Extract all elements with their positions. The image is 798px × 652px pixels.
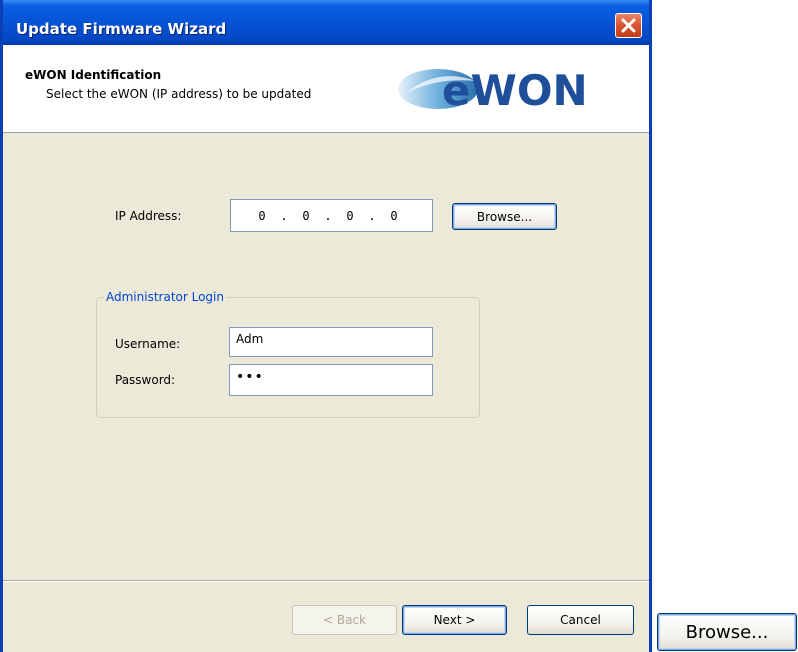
- username-label: Username:: [115, 337, 181, 351]
- ip-separator: .: [368, 208, 376, 223]
- title-bar[interactable]: Update Firmware Wizard: [3, 0, 649, 45]
- wizard-header: eWON Identification Select the eWON (IP …: [3, 45, 649, 133]
- password-label: Password:: [115, 373, 176, 387]
- administrator-login-title: Administrator Login: [104, 290, 226, 304]
- ip-separator: .: [324, 208, 332, 223]
- footer-divider: [3, 580, 649, 582]
- wizard-window: Update Firmware Wizard eWON Identificati…: [0, 0, 652, 652]
- ip-address-label: IP Address:: [115, 209, 182, 223]
- window-title: Update Firmware Wizard: [16, 20, 227, 38]
- back-button[interactable]: < Back: [292, 605, 397, 635]
- ip-octet-3: 0: [346, 208, 354, 223]
- ip-separator: .: [280, 208, 288, 223]
- ewon-logo: eWON: [398, 66, 588, 113]
- password-input[interactable]: •••: [229, 364, 433, 396]
- username-input[interactable]: Adm: [229, 327, 433, 357]
- close-button[interactable]: [615, 13, 642, 38]
- cancel-button[interactable]: Cancel: [527, 605, 634, 635]
- ip-octet-4: 0: [390, 208, 398, 223]
- ip-octet-1: 0: [258, 208, 266, 223]
- browse-button-zoomed[interactable]: Browse...: [657, 613, 797, 651]
- ip-address-input[interactable]: 0 . 0 . 0 . 0: [230, 199, 433, 232]
- browse-button[interactable]: Browse...: [452, 203, 557, 230]
- page-title: eWON Identification: [25, 68, 162, 82]
- page-subtitle: Select the eWON (IP address) to be updat…: [46, 87, 312, 101]
- next-button[interactable]: Next >: [402, 605, 507, 635]
- administrator-login-group: [96, 297, 480, 418]
- svg-text:eWON: eWON: [442, 66, 588, 113]
- close-icon: [621, 18, 636, 33]
- ip-octet-2: 0: [302, 208, 310, 223]
